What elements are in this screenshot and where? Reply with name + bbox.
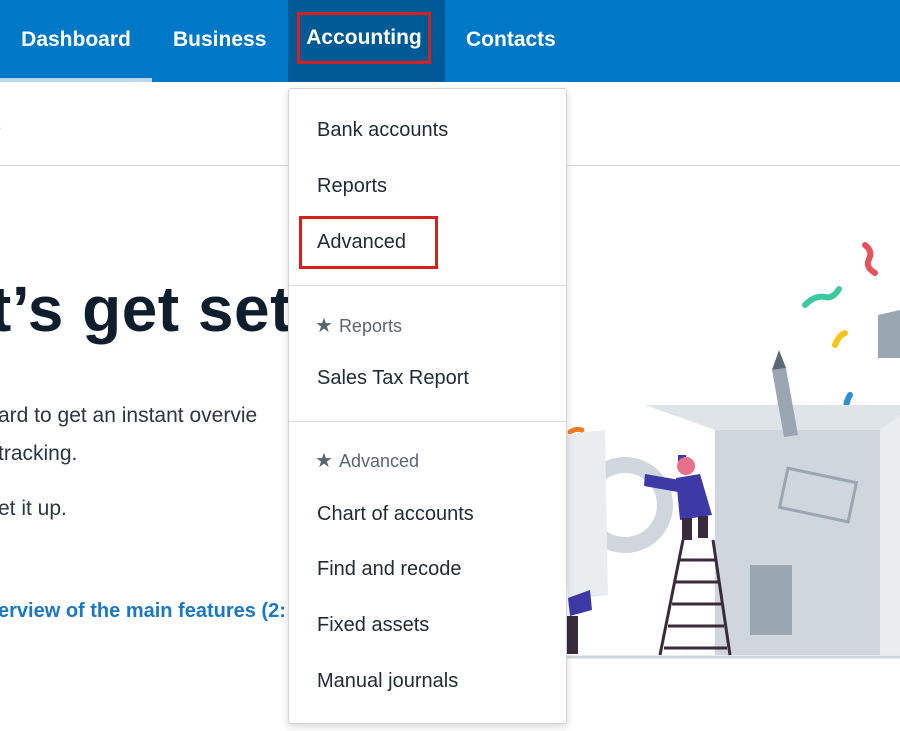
menu-item-manual-journals[interactable]: Manual journals (317, 670, 458, 693)
top-navigation-bar: Dashboard Business Accounting Contacts (0, 0, 900, 82)
menu-item-fixed-assets[interactable]: Fixed assets (317, 614, 429, 637)
section-heading-reports-label: Reports (338, 316, 402, 336)
setup-illustration (560, 242, 900, 659)
star-icon: ★ (315, 315, 333, 337)
star-icon: ★ (315, 450, 333, 472)
overview-video-link[interactable]: erview of the main features (2: (0, 600, 286, 623)
nav-business[interactable]: Business (173, 0, 266, 82)
menu-divider (289, 421, 566, 422)
menu-item-reports[interactable]: Reports (317, 175, 387, 198)
menu-item-sales-tax-report[interactable]: Sales Tax Report (317, 367, 469, 390)
section-heading-reports: ★ Reports (315, 313, 402, 338)
page-title: t’s get set (0, 273, 292, 345)
menu-item-bank-accounts[interactable]: Bank accounts (317, 119, 448, 142)
intro-text-line-3: et it up. (0, 497, 67, 520)
nav-contacts[interactable]: Contacts (466, 0, 556, 82)
nav-dashboard[interactable]: Dashboard (0, 0, 152, 82)
menu-item-find-and-recode[interactable]: Find and recode (317, 558, 462, 581)
nav-accounting-highlighted[interactable]: Accounting (297, 12, 431, 64)
section-heading-advanced: ★ Advanced (315, 448, 419, 473)
section-heading-advanced-label: Advanced (338, 451, 419, 471)
menu-item-advanced[interactable]: Advanced (317, 231, 406, 254)
subheader-title: s (0, 112, 1, 138)
intro-text-line-2: tracking. (0, 442, 78, 465)
intro-text-line-1: ard to get an instant overvie (0, 404, 258, 427)
menu-divider (289, 285, 566, 286)
nav-accounting-tab[interactable]: Accounting (288, 0, 445, 82)
accounting-dropdown-menu: Bank accounts Reports Advanced ★ Reports … (288, 88, 567, 724)
menu-item-chart-of-accounts[interactable]: Chart of accounts (317, 503, 474, 526)
